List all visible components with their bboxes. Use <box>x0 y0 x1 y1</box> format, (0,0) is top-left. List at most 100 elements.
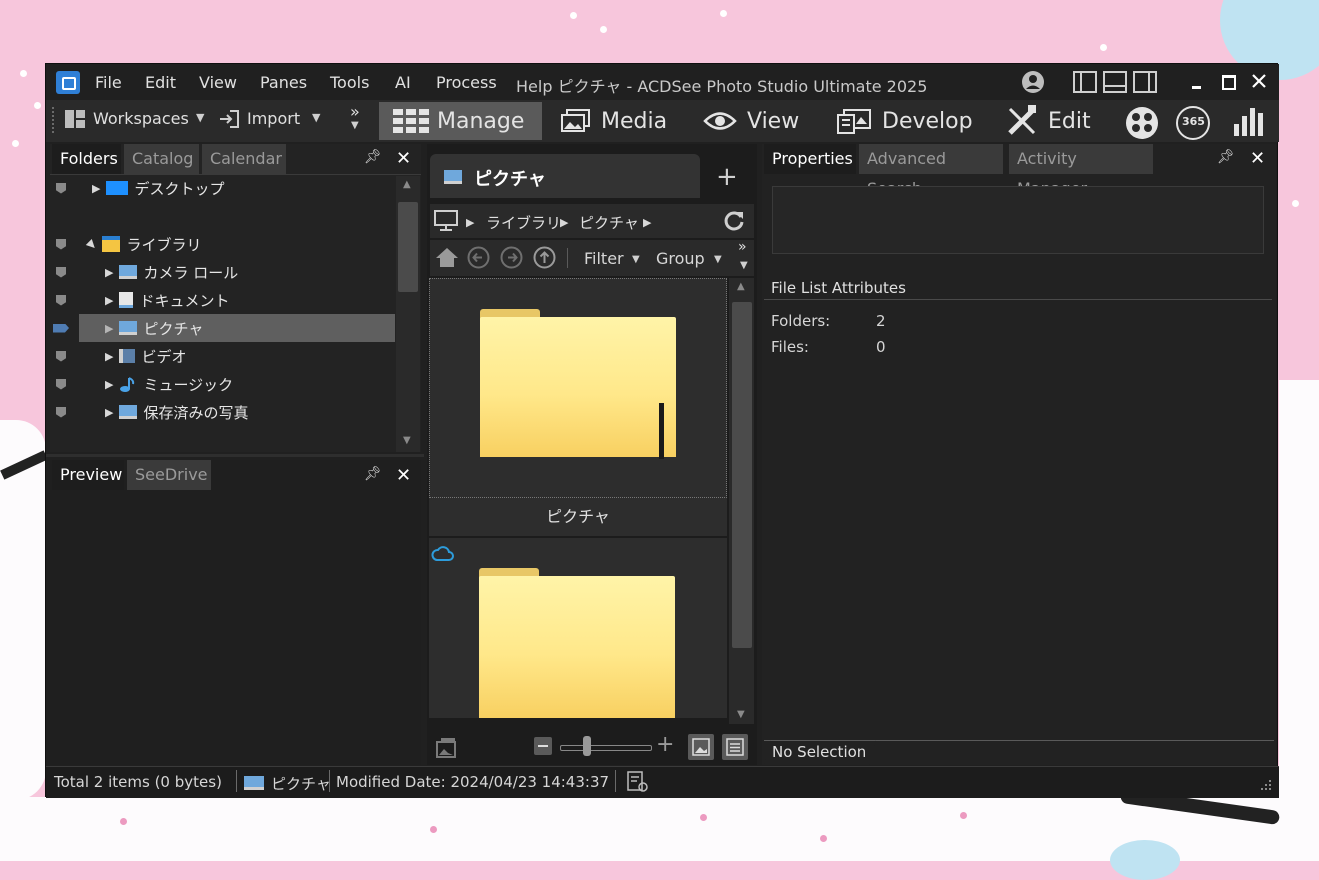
chevron-down-icon[interactable]: ▼ <box>351 120 359 131</box>
tab-catalog[interactable]: Catalog <box>124 144 199 174</box>
thumbnail-view-button[interactable] <box>688 734 714 760</box>
image-stack-icon[interactable] <box>434 736 458 760</box>
chevron-down-icon[interactable]: ▼ <box>714 254 722 265</box>
zoom-out-button[interactable] <box>534 737 552 755</box>
expand-arrow-icon[interactable]: ▶ <box>105 266 113 279</box>
tree-item-camera-roll[interactable]: ▶ カメラ ロール <box>50 258 395 286</box>
collapse-arrow-icon[interactable]: ▶ <box>85 236 100 251</box>
label-flag-icon[interactable] <box>56 350 66 362</box>
label-flag-icon[interactable] <box>53 323 69 333</box>
import-button[interactable]: Import <box>247 109 300 128</box>
expand-arrow-icon[interactable]: ▶ <box>92 182 100 195</box>
expand-arrow-icon[interactable]: ▶ <box>105 322 113 335</box>
filter-button[interactable]: Filter <box>584 249 624 268</box>
tab-advanced-search[interactable]: Advanced Search <box>859 144 1003 198</box>
home-icon[interactable] <box>435 246 459 268</box>
label-flag-icon[interactable] <box>56 182 66 194</box>
tree-item-video[interactable]: ▶ ビデオ <box>50 342 395 370</box>
tree-item-library[interactable]: ▶ ライブラリ <box>50 230 395 258</box>
label-flag-icon[interactable] <box>56 406 66 418</box>
tab-activity-manager[interactable]: Activity Manager <box>1009 144 1153 198</box>
scroll-up-icon[interactable]: ▲ <box>403 179 411 190</box>
close-pane-icon[interactable]: ✕ <box>396 148 411 169</box>
chevron-down-icon[interactable]: ▼ <box>196 111 204 124</box>
menu-tools[interactable]: Tools <box>330 73 369 92</box>
label-flag-icon[interactable] <box>56 294 66 306</box>
computer-icon[interactable] <box>434 210 458 232</box>
up-folder-icon[interactable] <box>533 246 556 269</box>
pin-icon[interactable]: 📌︎ <box>364 149 382 165</box>
breadcrumb-library[interactable]: ライブラリ <box>486 212 561 233</box>
tab-folders[interactable]: Folders <box>52 144 121 174</box>
folders-scroll-thumb[interactable] <box>398 202 418 292</box>
thumbnail-item[interactable] <box>429 278 727 498</box>
close-pane-icon[interactable]: ✕ <box>1250 148 1265 169</box>
tab-seedrive[interactable]: SeeDrive <box>127 460 211 490</box>
breadcrumb-pictures[interactable]: ピクチャ <box>579 212 639 233</box>
menu-view[interactable]: View <box>199 73 237 92</box>
resize-grip-icon[interactable] <box>1261 780 1273 792</box>
zoom-slider[interactable] <box>560 745 652 751</box>
expand-arrow-icon[interactable]: ▶ <box>105 350 113 363</box>
scroll-down-icon[interactable]: ▼ <box>403 435 411 446</box>
account-icon[interactable] <box>1021 70 1045 94</box>
tab-no-selection[interactable]: No Selection <box>764 740 876 765</box>
menu-file[interactable]: File <box>95 73 122 92</box>
tab-calendar[interactable]: Calendar <box>202 144 286 174</box>
tab-properties[interactable]: Properties <box>764 144 856 174</box>
mode-media-button[interactable]: Media <box>561 102 681 140</box>
forward-icon[interactable] <box>500 246 523 269</box>
label-flag-icon[interactable] <box>56 266 66 278</box>
list-view-button[interactable] <box>722 734 748 760</box>
pin-icon[interactable]: 📌︎ <box>364 466 382 482</box>
menu-panes[interactable]: Panes <box>260 73 307 92</box>
menu-edit[interactable]: Edit <box>145 73 176 92</box>
breadcrumb-separator-icon[interactable]: ▶ <box>560 216 568 229</box>
add-tab-button[interactable]: + <box>716 164 738 190</box>
expand-arrow-icon[interactable]: ▶ <box>105 294 113 307</box>
menu-process[interactable]: Process <box>436 73 497 92</box>
workspaces-button[interactable]: Workspaces <box>93 109 189 128</box>
close-pane-icon[interactable]: ✕ <box>396 465 411 486</box>
toolbar-overflow-button[interactable]: » <box>738 239 747 255</box>
expand-arrow-icon[interactable]: ▶ <box>105 406 113 419</box>
layout-left-icon[interactable] <box>1073 71 1097 93</box>
365-icon[interactable]: 365 <box>1176 106 1210 140</box>
status-settings-icon[interactable] <box>626 770 650 794</box>
menu-ai[interactable]: AI <box>395 73 411 92</box>
tree-item-documents[interactable]: ▶ ドキュメント <box>50 286 395 314</box>
layout-bottom-icon[interactable] <box>1103 71 1127 93</box>
tree-item-music[interactable]: ▶ ミュージック <box>50 370 395 398</box>
expand-arrow-icon[interactable]: ▶ <box>105 378 113 391</box>
toolbar-overflow-button[interactable]: » <box>350 102 360 121</box>
file-list-tab[interactable]: ピクチャ <box>430 154 700 198</box>
tree-item-desktop[interactable]: ▶ デスクトップ <box>50 174 395 202</box>
scroll-down-icon[interactable]: ▼ <box>737 709 745 720</box>
scroll-up-icon[interactable]: ▲ <box>737 281 745 292</box>
label-flag-icon[interactable] <box>56 378 66 390</box>
tree-item-saved-pictures[interactable]: ▶ 保存済みの写真 <box>50 398 395 426</box>
tree-item-pictures-content[interactable]: ▶ ピクチャ <box>50 314 395 342</box>
close-icon[interactable] <box>1252 74 1266 88</box>
maximize-icon[interactable] <box>1222 75 1236 90</box>
back-icon[interactable] <box>467 246 490 269</box>
thumbnail-item[interactable] <box>429 538 727 718</box>
tab-preview[interactable]: Preview <box>52 460 124 490</box>
refresh-icon[interactable] <box>722 209 746 233</box>
zoom-in-button[interactable]: + <box>656 732 674 757</box>
label-flag-icon[interactable] <box>56 238 66 250</box>
people-icon[interactable] <box>1124 106 1160 140</box>
group-button[interactable]: Group <box>656 249 705 268</box>
chevron-down-icon[interactable]: ▼ <box>740 260 748 271</box>
mode-view-button[interactable]: View <box>703 102 813 140</box>
dashboard-icon[interactable] <box>1232 104 1268 138</box>
chevron-down-icon[interactable]: ▼ <box>312 111 320 124</box>
toolbar-grip[interactable] <box>52 107 56 133</box>
file-list-scroll-thumb[interactable] <box>732 302 752 648</box>
breadcrumb-separator-icon[interactable]: ▶ <box>643 216 651 229</box>
layout-right-icon[interactable] <box>1133 71 1157 93</box>
minimize-icon[interactable] <box>1192 86 1201 89</box>
app-logo-icon[interactable] <box>56 71 80 94</box>
pin-icon[interactable]: 📌︎ <box>1217 149 1235 165</box>
chevron-down-icon[interactable]: ▼ <box>632 254 640 265</box>
